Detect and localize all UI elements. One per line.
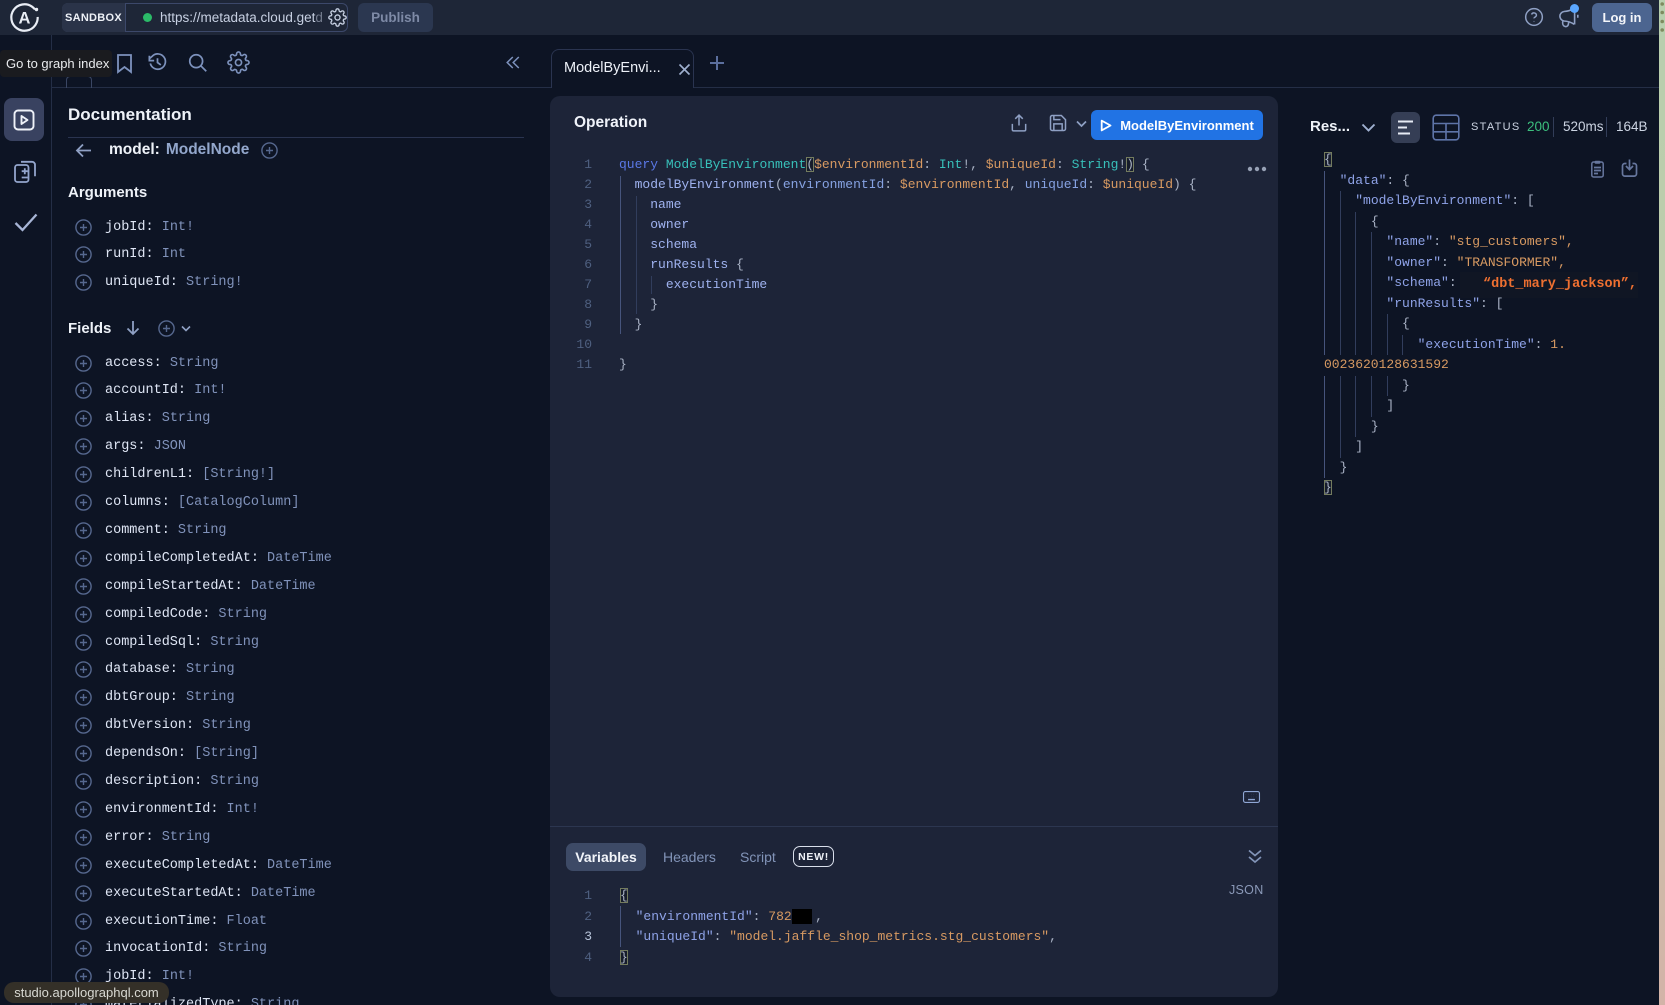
svg-text:A: A (19, 10, 31, 28)
